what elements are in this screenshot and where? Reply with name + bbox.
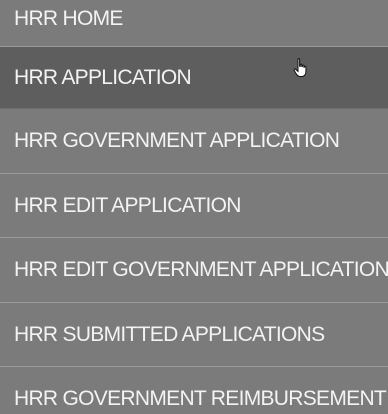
menu-item-label: HRR GOVERNMENT REIMBURSEMENT <box>14 387 387 410</box>
hrr-navigation-menu: HRR HOME HRR APPLICATION HRR GOVERNMENT … <box>0 0 388 414</box>
menu-item-hrr-application[interactable]: HRR APPLICATION <box>0 47 388 109</box>
menu-item-label: HRR SUBMITTED APPLICATIONS <box>14 322 325 346</box>
menu-item-label: HRR EDIT APPLICATION <box>14 193 241 217</box>
menu-item-hrr-home[interactable]: HRR HOME <box>0 0 388 47</box>
menu-item-label: HRR HOME <box>14 7 123 30</box>
menu-item-hrr-submitted-applications[interactable]: HRR SUBMITTED APPLICATIONS <box>0 303 388 367</box>
menu-item-label: HRR EDIT GOVERNMENT APPLICATION <box>14 258 388 281</box>
menu-item-label: HRR GOVERNMENT APPLICATION <box>14 129 340 152</box>
menu-item-hrr-edit-application[interactable]: HRR EDIT APPLICATION <box>0 174 388 238</box>
menu-item-hrr-government-application[interactable]: HRR GOVERNMENT APPLICATION <box>0 109 388 174</box>
menu-item-hrr-edit-government-application[interactable]: HRR EDIT GOVERNMENT APPLICATION <box>0 238 388 303</box>
menu-item-label: HRR APPLICATION <box>14 65 192 89</box>
menu-item-hrr-government-reimbursement[interactable]: HRR GOVERNMENT REIMBURSEMENT <box>0 367 388 414</box>
